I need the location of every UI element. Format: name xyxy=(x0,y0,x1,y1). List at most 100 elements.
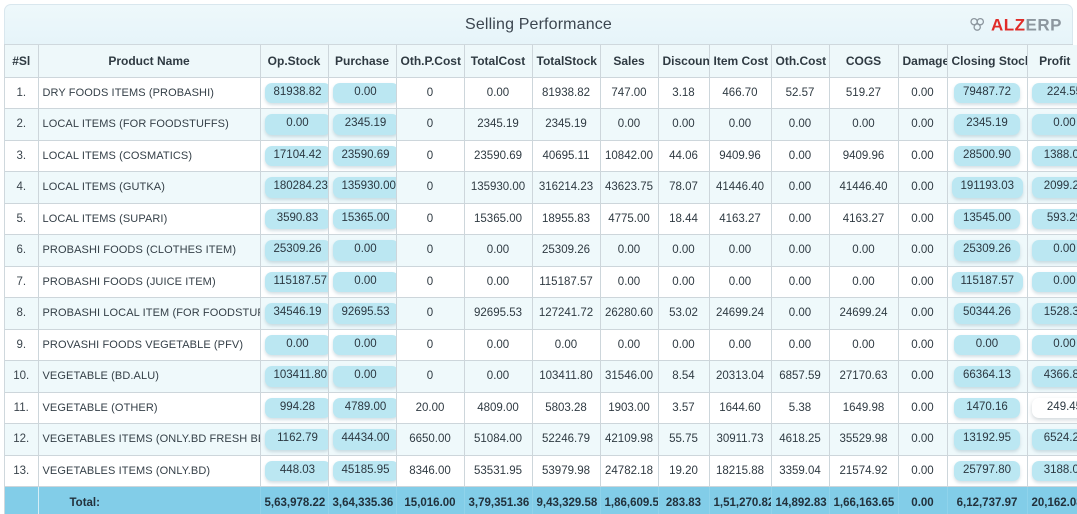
value-pill: 224.55 xyxy=(1031,82,1077,103)
column-header-purchase[interactable]: Purchase xyxy=(328,45,397,78)
cell-total-stock: 0.00 xyxy=(532,329,601,361)
column-header-item-cost[interactable]: Item Cost xyxy=(709,45,772,78)
value-pill: 45185.95 xyxy=(332,460,395,481)
value-pill: 2345.19 xyxy=(332,114,395,135)
cell-profit: 2099.28 xyxy=(1027,171,1077,204)
column-header-oth-p-cost[interactable]: Oth.P.Cost xyxy=(396,45,465,78)
table-row[interactable]: 5. LOCAL ITEMS (SUPARI) 3590.83 15365.00 0 15… xyxy=(5,203,1077,235)
cell-damage: 0.00 xyxy=(898,171,948,204)
selling-performance-report: Selling Performance ALZ ERP #Sl Product … xyxy=(0,0,1077,514)
column-header-closing-stock[interactable]: Closing Stock xyxy=(947,45,1028,78)
table-row[interactable]: 2. LOCAL ITEMS (FOR FOODSTUFFS) 0.00 2345.1… xyxy=(5,108,1077,141)
cell-damage: 0.00 xyxy=(898,455,948,487)
value-pill: 17104.42 xyxy=(264,145,327,166)
value-pill: 3188.08 xyxy=(1031,460,1077,481)
table-row[interactable]: 6. PROBASHI FOODS (CLOTHES ITEM) 25309.26 0… xyxy=(5,234,1077,267)
cell-oth-p-cost: 0 xyxy=(396,203,465,235)
cell-discount: 0.00 xyxy=(658,266,710,298)
cell-profit: 4366.83 xyxy=(1027,360,1077,393)
total-total-cost: 3,79,351.36 xyxy=(464,486,533,514)
cell-total-cost: 15365.00 xyxy=(464,203,533,235)
column-header-sl[interactable]: #Sl xyxy=(5,45,39,78)
cell-sales: 1903.00 xyxy=(600,392,659,424)
cell-product-name: LOCAL ITEMS (FOR FOODSTUFFS) xyxy=(38,108,261,141)
cell-profit: 0.00 xyxy=(1027,234,1077,267)
cell-damage: 0.00 xyxy=(898,329,948,361)
cell-total-cost: 0.00 xyxy=(464,77,533,109)
cell-sales: 0.00 xyxy=(600,108,659,141)
total-discount: 283.83 xyxy=(658,486,710,514)
total-profit: 20,162.08 xyxy=(1027,486,1077,514)
table-row[interactable]: 9. PROVASHI FOODS VEGETABLE (PFV) 0.00 0.00… xyxy=(5,329,1077,361)
cell-discount: 3.18 xyxy=(658,77,710,109)
total-cogs: 1,66,163.65 xyxy=(829,486,899,514)
column-header-op-stock[interactable]: Op.Stock xyxy=(260,45,329,78)
cell-purchase: 92695.53 xyxy=(328,297,397,330)
cell-total-stock: 18955.83 xyxy=(532,203,601,235)
cell-profit: 1388.00 xyxy=(1027,140,1077,172)
column-header-total-cost[interactable]: TotalCost xyxy=(464,45,533,78)
table-row[interactable]: 3. LOCAL ITEMS (COSMATICS) 17104.42 23590.6… xyxy=(5,140,1077,172)
cell-sales: 747.00 xyxy=(600,77,659,109)
cell-op-stock: 3590.83 xyxy=(260,203,329,235)
cell-total-cost: 135930.00 xyxy=(464,171,533,204)
cell-oth-p-cost: 6650.00 xyxy=(396,423,465,456)
table-row[interactable]: 8. PROBASHI LOCAL ITEM (FOR FOODSTUFFS) 34… xyxy=(5,297,1077,330)
value-pill: 4789.00 xyxy=(332,397,395,418)
table-row[interactable]: 7. PROBASHI FOODS (JUICE ITEM) 115187.57 0.… xyxy=(5,266,1077,298)
cell-closing-stock: 28500.90 xyxy=(947,140,1028,172)
cell-item-cost: 30911.73 xyxy=(709,423,772,456)
cell-product-name: VEGETABLES ITEMS (ONLY.BD FRESH BETEL) xyxy=(38,423,261,456)
cell-op-stock: 994.28 xyxy=(260,392,329,424)
cell-oth-p-cost: 0 xyxy=(396,171,465,204)
cell-total-cost: 0.00 xyxy=(464,234,533,267)
column-header-product-name[interactable]: Product Name xyxy=(38,45,261,78)
column-header-cogs[interactable]: COGS xyxy=(829,45,899,78)
cell-item-cost: 0.00 xyxy=(709,108,772,141)
total-item-cost: 1,51,270.82 xyxy=(709,486,772,514)
column-header-oth-cost[interactable]: Oth.Cost xyxy=(771,45,830,78)
brand-wordmark: ALZ ERP xyxy=(991,16,1062,33)
cell-sl: 9. xyxy=(5,329,39,361)
cell-purchase: 0.00 xyxy=(328,266,397,298)
column-header-sales[interactable]: Sales xyxy=(600,45,659,78)
cell-profit: 0.00 xyxy=(1027,108,1077,141)
table-row[interactable]: 13. VEGETABLES ITEMS (ONLY.BD) 448.03 45185… xyxy=(5,455,1077,487)
table-row[interactable]: 10. VEGETABLE (BD.ALU) 103411.80 0.00 0 0.00 1… xyxy=(5,360,1077,393)
cell-oth-cost: 4618.25 xyxy=(771,423,830,456)
brand-primary-text: ALZ xyxy=(990,15,1026,34)
table-row[interactable]: 4. LOCAL ITEMS (GUTKA) 180284.23 135930.00 0… xyxy=(5,171,1077,204)
cell-sales: 10842.00 xyxy=(600,140,659,172)
column-header-discount[interactable]: Discount xyxy=(658,45,710,78)
table-row[interactable]: 11. VEGETABLE (OTHER) 994.28 4789.00 20.00 48… xyxy=(5,392,1077,424)
value-pill: 0.00 xyxy=(332,334,395,355)
value-pill: 115187.57 xyxy=(951,271,1024,292)
total-oth-p-cost: 15,016.00 xyxy=(396,486,465,514)
cell-product-name: VEGETABLE (BD.ALU) xyxy=(38,360,261,393)
cell-total-stock: 115187.57 xyxy=(532,266,601,298)
cell-product-name: PROBASHI FOODS (CLOTHES ITEM) xyxy=(38,234,261,267)
cell-product-name: PROBASHI LOCAL ITEM (FOR FOODSTUFFS) xyxy=(38,297,261,330)
cell-discount: 44.06 xyxy=(658,140,710,172)
cell-sales: 4775.00 xyxy=(600,203,659,235)
table-row[interactable]: 1. DRY FOODS ITEMS (PROBASHI) 81938.82 0.00… xyxy=(5,77,1077,109)
cell-closing-stock: 66364.13 xyxy=(947,360,1028,393)
cell-cogs: 0.00 xyxy=(829,108,899,141)
cell-oth-cost: 0.00 xyxy=(771,297,830,330)
cell-oth-p-cost: 0 xyxy=(396,266,465,298)
cell-sl: 12. xyxy=(5,423,39,456)
column-header-profit[interactable]: Profit xyxy=(1027,45,1077,78)
cell-purchase: 0.00 xyxy=(328,329,397,361)
cell-sales: 0.00 xyxy=(600,234,659,267)
cell-sl: 6. xyxy=(5,234,39,267)
cell-item-cost: 41446.40 xyxy=(709,171,772,204)
column-header-total-stock[interactable]: TotalStock xyxy=(532,45,601,78)
cell-oth-p-cost: 0 xyxy=(396,360,465,393)
cell-sales: 42109.98 xyxy=(600,423,659,456)
cell-cogs: 41446.40 xyxy=(829,171,899,204)
cell-total-stock: 5803.28 xyxy=(532,392,601,424)
page-title: Selling Performance xyxy=(465,15,612,33)
cell-purchase: 0.00 xyxy=(328,234,397,267)
table-row[interactable]: 12.VEGETABLES ITEMS (ONLY.BD FRESH BETEL… xyxy=(5,423,1077,456)
column-header-damage[interactable]: Damage xyxy=(898,45,948,78)
